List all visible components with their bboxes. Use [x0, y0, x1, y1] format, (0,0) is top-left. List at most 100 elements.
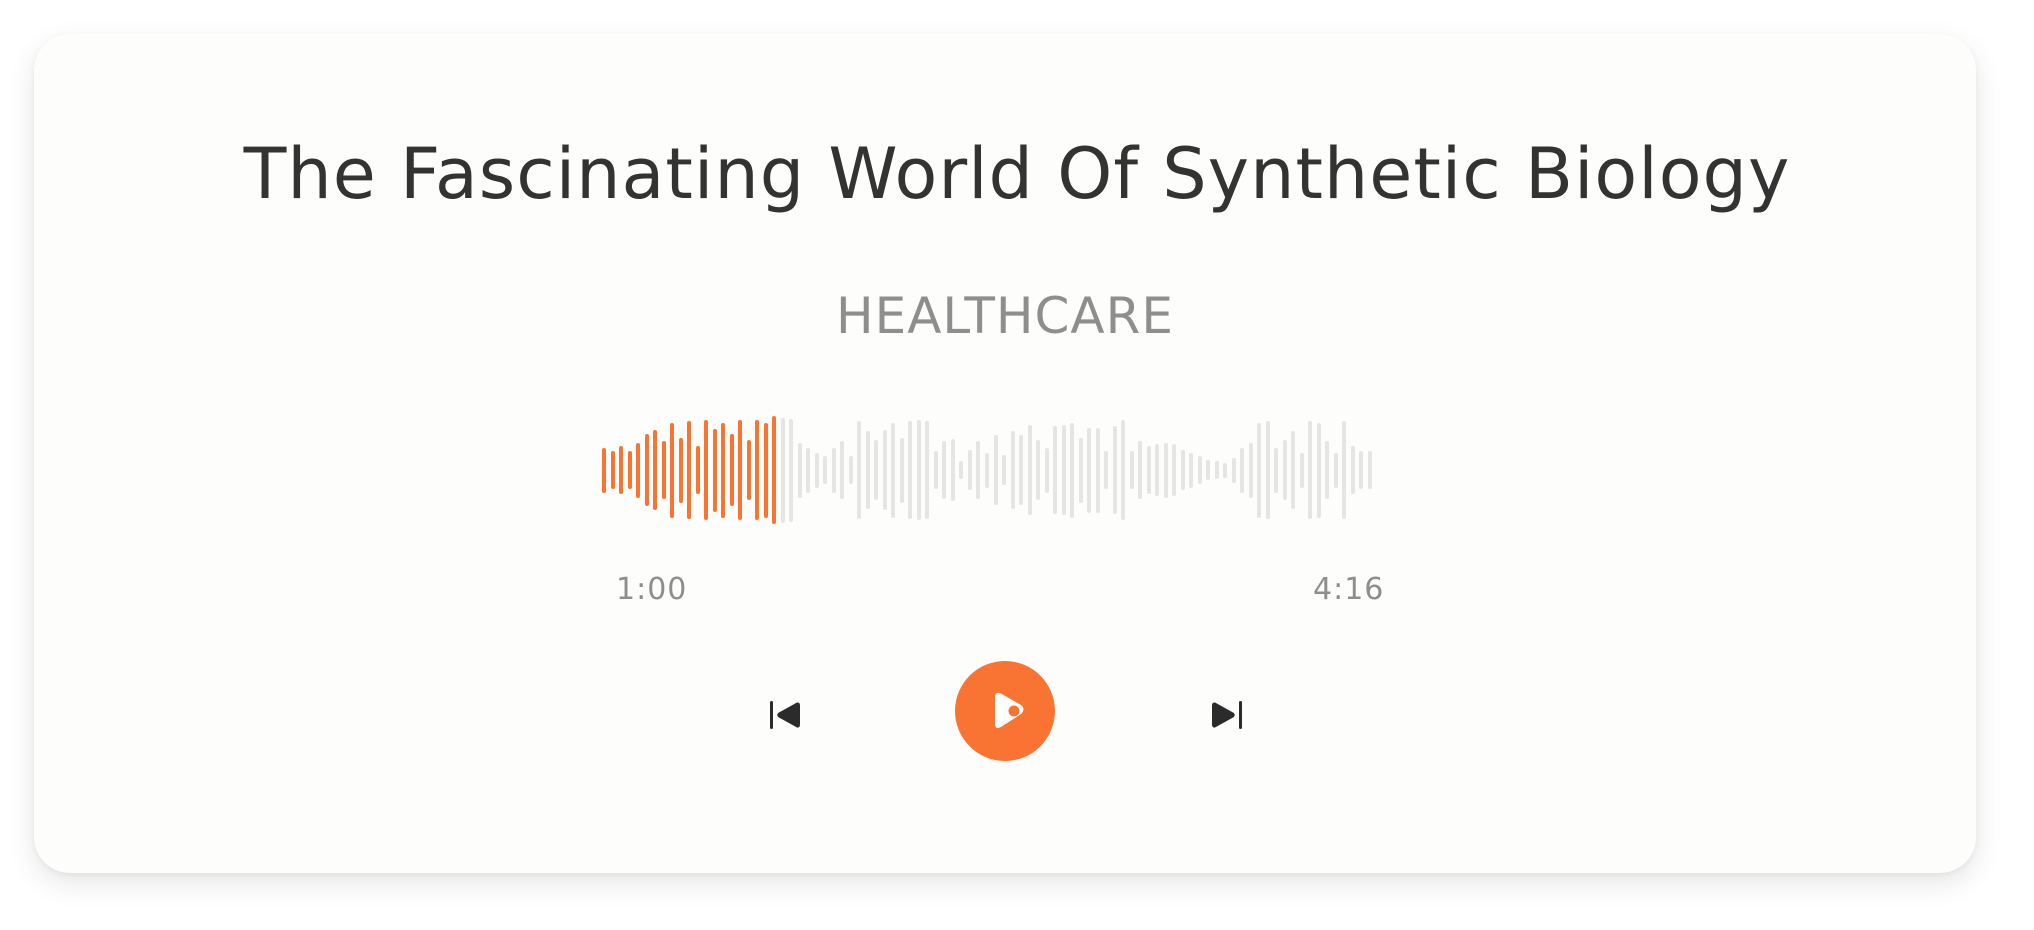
waveform-bar [1129, 451, 1134, 489]
waveform-bar [848, 456, 853, 484]
waveform-bar-played [772, 416, 777, 524]
track-category: HEALTHCARE [836, 287, 1174, 345]
waveform-bar [1265, 421, 1270, 519]
waveform-bar [1282, 440, 1287, 500]
waveform-bar [1087, 427, 1092, 513]
waveform-bar-played [644, 434, 649, 506]
waveform-bar-played [610, 451, 615, 489]
waveform-bar [1257, 422, 1262, 518]
waveform-bar [1027, 425, 1032, 515]
waveform-bar [1044, 447, 1049, 493]
waveform-bar-played [763, 422, 768, 518]
waveform-bar [950, 439, 955, 501]
waveform-bar [1333, 452, 1338, 488]
waveform-bar [985, 452, 989, 488]
waveform-bar [806, 447, 811, 493]
waveform-bar-played [721, 422, 726, 518]
waveform-bar-played [661, 441, 666, 499]
waveform-bar [925, 421, 930, 519]
waveform-bar-played [619, 446, 624, 494]
waveform-bar-played [687, 421, 692, 519]
waveform-bar [993, 435, 998, 505]
waveform-bar [857, 421, 862, 519]
waveform-seek-bar[interactable] [600, 403, 1380, 537]
waveform-bar [1163, 442, 1168, 498]
waveform-bar [1359, 451, 1364, 489]
play-button[interactable] [955, 661, 1055, 761]
previous-track-button[interactable] [765, 693, 809, 737]
waveform-bar [814, 452, 819, 488]
waveform-bar-played [704, 420, 709, 520]
waveform-bar-played [636, 442, 641, 498]
waveform-bar-played [746, 440, 751, 500]
waveform-bar [1002, 455, 1007, 485]
track-title: The Fascinating World Of Synthetic Biolo… [243, 133, 1791, 215]
waveform-bar [1053, 426, 1058, 514]
waveform-bar [1325, 441, 1330, 499]
waveform-bar [1121, 420, 1126, 520]
waveform-bar [1070, 422, 1075, 518]
total-time: 4:16 [1313, 572, 1385, 607]
waveform-bar [1316, 422, 1321, 518]
waveform-bar [1308, 421, 1313, 519]
waveform-bar [959, 461, 964, 479]
skip-next-icon [1203, 693, 1247, 737]
waveform-bar-played [755, 420, 760, 520]
waveform-bar [1368, 451, 1372, 489]
waveform-bar-played [738, 420, 743, 520]
waveform-bar [1172, 444, 1177, 496]
waveform-bar [916, 420, 921, 520]
skip-previous-icon [765, 693, 809, 737]
next-track-button[interactable] [1203, 693, 1247, 737]
waveform-bar [1350, 446, 1355, 494]
waveform-bar [1112, 426, 1117, 514]
waveform-bar [891, 422, 896, 518]
waveform-bar [1248, 442, 1253, 498]
waveform-bar-played [602, 447, 606, 493]
waveform-bar [1095, 427, 1100, 513]
waveform-bar [1274, 447, 1279, 493]
waveform-bar [967, 450, 972, 490]
waveform-bar [780, 417, 785, 523]
waveform-bar-played [712, 428, 717, 512]
waveform-bar-played [627, 451, 632, 489]
waveform-bar [1155, 444, 1160, 496]
waveform-bar-played [653, 430, 658, 510]
waveform-bar [1189, 452, 1194, 488]
waveform-bar [823, 456, 828, 484]
waveform-bar [976, 441, 981, 499]
waveform-bar [865, 431, 870, 509]
waveform-bar [882, 430, 887, 510]
waveform-bar [1104, 451, 1109, 489]
waveform-bar [1146, 446, 1151, 494]
waveform-bar-played [678, 437, 683, 503]
waveform-bar [1291, 431, 1296, 509]
waveform-bar [797, 442, 802, 498]
waveform-bar [1078, 437, 1083, 503]
waveform-bar [942, 441, 947, 499]
waveform-bar [1240, 447, 1245, 493]
waveform-bar [1197, 456, 1202, 484]
current-time: 1:00 [616, 572, 688, 607]
waveform-bar [1223, 462, 1228, 478]
waveform-bar [1061, 425, 1066, 515]
waveform-bar [874, 440, 879, 500]
waveform-bar [1214, 461, 1219, 479]
waveform-bar [933, 451, 938, 489]
waveform-bar [1010, 431, 1015, 509]
play-icon [955, 661, 1055, 761]
waveform-bar-played [670, 422, 675, 518]
waveform-bar [831, 447, 836, 493]
waveform-bar [1138, 441, 1143, 499]
waveform-bar [1206, 460, 1211, 480]
waveform-bar-played [729, 434, 734, 506]
waveform-bar [1019, 435, 1024, 505]
waveform-bar [899, 437, 904, 503]
waveform-bar [1342, 421, 1347, 519]
waveform-bar [789, 418, 794, 522]
waveform-bar [1231, 457, 1236, 483]
waveform-bar [1036, 440, 1041, 500]
waveform-bar-played [695, 446, 700, 494]
waveform-bar [1299, 452, 1304, 488]
waveform-bar [1180, 450, 1185, 490]
